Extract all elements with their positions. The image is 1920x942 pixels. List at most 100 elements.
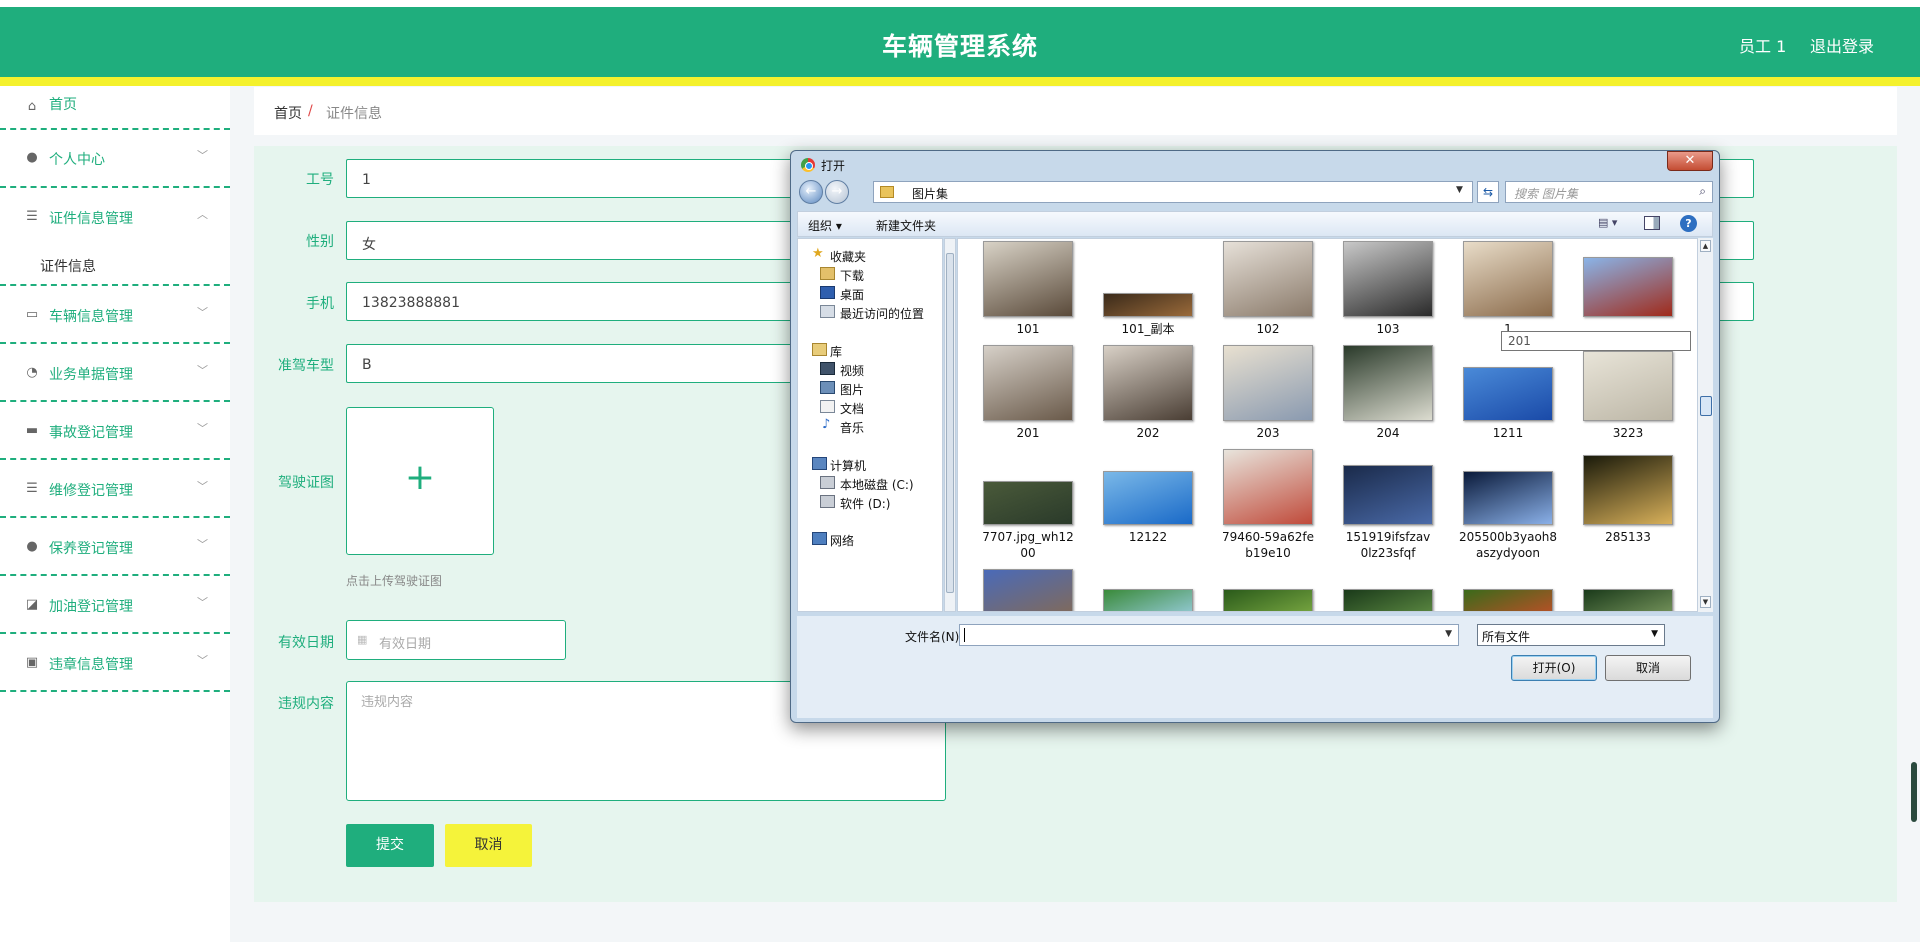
chevron-down-icon[interactable]: ▼	[1456, 185, 1463, 195]
sidebar-item-maintenance-management[interactable]: ● 保养登记管理 ﹀	[0, 518, 230, 576]
file-thumbnail[interactable]	[1103, 589, 1193, 611]
file-grid-scrollbar[interactable]: ▲ ▼	[1697, 238, 1713, 612]
view-options-icon[interactable]: ▤ ▾	[1598, 216, 1626, 232]
nav-videos[interactable]: 视频	[798, 359, 938, 379]
file-name-label[interactable]: 101	[968, 321, 1088, 337]
file-thumbnail[interactable]	[1223, 241, 1313, 317]
file-thumbnail[interactable]	[1343, 465, 1433, 525]
submit-button[interactable]: 提交	[346, 824, 434, 867]
file-name-label[interactable]: 151919ifsfzav 0lz23sfqf	[1328, 529, 1448, 561]
sidebar-item-license-management[interactable]: ☰ 证件信息管理 ︿	[0, 188, 230, 246]
file-thumbnail[interactable]	[1463, 241, 1553, 317]
file-name-label[interactable]: 202	[1088, 425, 1208, 441]
breadcrumb-home[interactable]: 首页	[274, 103, 302, 123]
file-thumbnail[interactable]	[983, 569, 1073, 611]
nav-downloads[interactable]: 下载	[798, 264, 938, 284]
nav-pictures[interactable]: 图片	[798, 378, 938, 398]
nav-drive-c[interactable]: 本地磁盘 (C:)	[798, 473, 938, 493]
nav-network[interactable]: 网络	[798, 529, 938, 549]
new-folder-button[interactable]: 新建文件夹	[876, 217, 936, 234]
forward-icon[interactable]: →	[825, 180, 849, 204]
file-name-label[interactable]: 12122	[1088, 529, 1208, 545]
file-thumbnail[interactable]	[1343, 241, 1433, 317]
file-name-label[interactable]: 1211	[1448, 425, 1568, 441]
file-thumbnail[interactable]	[1463, 367, 1553, 421]
page-scrollbar[interactable]	[1911, 762, 1917, 822]
nav-recent[interactable]: 最近访问的位置	[798, 302, 938, 322]
scrollbar-thumb[interactable]	[946, 253, 954, 593]
file-thumbnail[interactable]	[1223, 449, 1313, 525]
nav-computer[interactable]: 计算机	[798, 454, 938, 474]
file-thumbnail[interactable]	[1583, 257, 1673, 317]
license-type-input[interactable]: B	[346, 344, 846, 383]
sidebar-item-home[interactable]: ⌂ 首页	[0, 84, 230, 130]
organize-menu[interactable]: 组织 ▾	[808, 217, 842, 234]
sidebar-item-violation-management[interactable]: ▣ 违章信息管理 ﹀	[0, 634, 230, 692]
dialog-close-button[interactable]: ✕	[1667, 151, 1713, 171]
file-thumbnail[interactable]	[983, 241, 1073, 317]
file-name-label[interactable]: 102	[1208, 321, 1328, 337]
sidebar-subitem-license-info[interactable]: 证件信息	[0, 246, 230, 286]
refresh-icon[interactable]: ⇆	[1477, 181, 1499, 203]
back-icon[interactable]: ←	[799, 180, 823, 204]
sidebar-item-fuel-management[interactable]: ◪ 加油登记管理 ﹀	[0, 576, 230, 634]
valid-date-picker[interactable]: ▦ 有效日期	[346, 620, 566, 660]
file-thumbnail[interactable]	[983, 345, 1073, 421]
file-name-label[interactable]: 79460-59a62fe b19e10	[1208, 529, 1328, 561]
cancel-button[interactable]: 取消	[445, 824, 532, 867]
address-path[interactable]: 图片集	[912, 185, 948, 202]
file-thumbnail[interactable]	[1223, 589, 1313, 611]
file-thumbnail[interactable]	[1343, 345, 1433, 421]
file-thumbnail[interactable]	[983, 481, 1073, 525]
sidebar-item-accident-management[interactable]: ▬ 事故登记管理 ﹀	[0, 402, 230, 460]
file-name-label[interactable]: 103	[1328, 321, 1448, 337]
nav-label: 网络	[830, 534, 855, 548]
dialog-search-input[interactable]: 搜索 图片集 ⌕	[1505, 181, 1713, 203]
scroll-down-icon[interactable]: ▼	[1700, 596, 1711, 608]
chevron-down-icon: ﹀	[197, 596, 208, 609]
nav-favorites[interactable]: ★ 收藏夹	[798, 245, 938, 265]
file-name-input[interactable]: ▼	[959, 624, 1459, 646]
sidebar-item-vehicle-management[interactable]: ▭ 车辆信息管理 ﹀	[0, 286, 230, 344]
file-thumbnail[interactable]	[1343, 589, 1433, 611]
address-bar[interactable]: 图片集 ▼	[873, 181, 1473, 203]
file-thumbnail[interactable]	[1223, 345, 1313, 421]
file-name-label[interactable]: 204	[1328, 425, 1448, 441]
file-thumbnail[interactable]	[1463, 589, 1553, 611]
file-thumbnail[interactable]	[1103, 345, 1193, 421]
file-name-label[interactable]: 3223	[1568, 425, 1688, 441]
file-name-label[interactable]: 101_副本	[1088, 321, 1208, 337]
navigation-pane-scrollbar[interactable]	[944, 238, 956, 612]
open-button[interactable]: 打开(O)	[1511, 655, 1597, 681]
file-thumbnail[interactable]	[1583, 455, 1673, 525]
dialog-cancel-button[interactable]: 取消	[1605, 655, 1691, 681]
file-thumbnail[interactable]	[1103, 293, 1193, 317]
nav-libraries[interactable]: 库	[798, 340, 938, 360]
nav-music[interactable]: ♪ 音乐	[798, 416, 938, 436]
file-name-label[interactable]: 201	[968, 425, 1088, 441]
nav-drive-d[interactable]: 软件 (D:)	[798, 492, 938, 512]
sidebar-item-business-docs[interactable]: ◔ 业务单据管理 ﹀	[0, 344, 230, 402]
file-type-select[interactable]: 所有文件 ▼	[1477, 624, 1665, 646]
file-thumbnail[interactable]	[1103, 471, 1193, 525]
chevron-down-icon[interactable]: ▼	[1445, 629, 1452, 639]
help-icon[interactable]: ?	[1680, 215, 1697, 232]
preview-pane-icon[interactable]	[1644, 216, 1660, 230]
file-thumbnail[interactable]	[1583, 589, 1673, 611]
file-name-label[interactable]: 205500b3yaoh8 aszydyoon	[1448, 529, 1568, 561]
file-thumbnail[interactable]	[1583, 351, 1673, 421]
file-name-label[interactable]: 285133	[1568, 529, 1688, 545]
file-thumbnail[interactable]	[1463, 471, 1553, 525]
current-user[interactable]: 员工 1	[1739, 33, 1786, 57]
scrollbar-thumb[interactable]	[1700, 396, 1712, 416]
logout-link[interactable]: 退出登录	[1810, 33, 1874, 57]
license-image-upload[interactable]: +	[346, 407, 494, 555]
sidebar-item-personal-center[interactable]: ● 个人中心 ﹀	[0, 130, 230, 188]
nav-desktop[interactable]: 桌面	[798, 283, 938, 303]
file-name-label[interactable]: 7707.jpg_wh12 00	[968, 529, 1088, 561]
file-name-label[interactable]: 203	[1208, 425, 1328, 441]
scroll-up-icon[interactable]: ▲	[1700, 240, 1711, 252]
sidebar-item-label: 加油登记管理	[49, 599, 133, 615]
sidebar-item-repair-management[interactable]: ☰ 维修登记管理 ﹀	[0, 460, 230, 518]
nav-documents[interactable]: 文档	[798, 397, 938, 417]
